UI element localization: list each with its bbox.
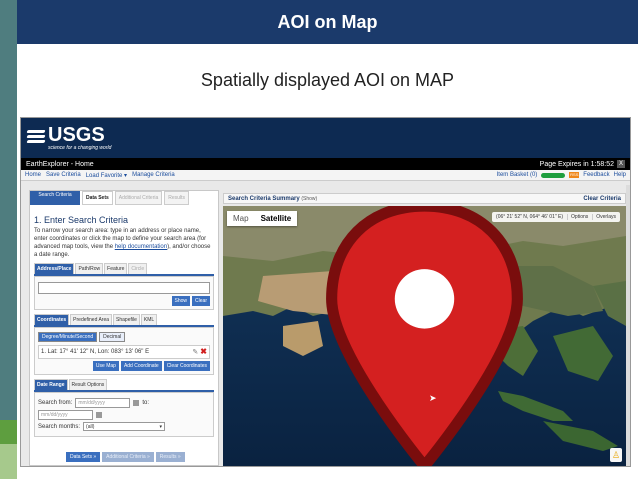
page-scrollbar[interactable] <box>626 185 630 466</box>
search-months-value: (all) <box>86 424 95 430</box>
mouse-cursor-icon: ➤ <box>429 393 437 403</box>
nav-save-criteria[interactable]: Save Criteria <box>46 172 81 179</box>
search-from-label: Search from: <box>38 400 73 406</box>
delete-x-icon[interactable]: ✖ <box>200 348 207 356</box>
slide-subtitle: Spatially displayed AOI on MAP <box>200 70 455 90</box>
date-box: Search from: mm/dd/yyyy to: mm/dd/yyyy S… <box>34 392 214 437</box>
search-months-select[interactable]: (all) ▾ <box>83 422 166 431</box>
coord-type-toggle: Degree/Minute/Second Decimal <box>38 332 210 342</box>
main-content: Search Criteria Data Sets Additional Cri… <box>21 185 630 466</box>
panel-tabs: Search Criteria Data Sets Additional Cri… <box>30 191 218 205</box>
usgs-header: USGS science for a changing world <box>21 118 630 158</box>
search-criteria-summary-bar: Search Criteria Summary (Show) Clear Cri… <box>223 193 626 204</box>
tab-predefined-area[interactable]: Predefined Area <box>70 314 113 325</box>
clear-button[interactable]: Clear <box>192 296 210 306</box>
degree-minute-second-toggle[interactable]: Degree/Minute/Second <box>38 332 98 342</box>
street-view-pegman-icon[interactable]: ♙ <box>610 448 622 462</box>
nav-help[interactable]: Help <box>614 172 626 178</box>
edit-pencil-icon[interactable]: ✎ <box>192 348 198 356</box>
coordinate-value: 1. Lat: 17° 41' 12" N, Lon: 083° 13' 06"… <box>41 349 150 355</box>
coordinates-box: Degree/Minute/Second Decimal 1. Lat: 17°… <box>34 327 214 375</box>
to-label: to: <box>142 400 150 406</box>
tab-path-row[interactable]: Path/Row <box>75 263 104 274</box>
usgs-logo-text: USGS <box>48 123 105 146</box>
coordinate-entry: 1. Lat: 17° 41' 12" N, Lon: 083° 13' 06"… <box>38 345 210 359</box>
tab-kml[interactable]: KML <box>140 314 158 325</box>
nav-load-favorite[interactable]: Load Favorite ▾ <box>86 172 127 179</box>
close-icon[interactable]: X <box>617 160 625 168</box>
rss-icon[interactable]: RSS <box>569 172 580 178</box>
usgs-wave-icon <box>26 129 46 147</box>
left-accent-strip <box>0 0 17 479</box>
slide: AOI on Map Spatially displayed AOI on MA… <box>0 0 638 479</box>
satellite-map[interactable]: Map Satellite (06° 21' 52" N, 064° 46' 0… <box>223 206 626 466</box>
accent-segment-green <box>0 420 17 444</box>
address-tabs: Address/Place Path/Row Feature Circle <box>34 263 214 276</box>
search-months-label: Search months: <box>38 423 81 430</box>
calendar-icon[interactable] <box>133 400 140 406</box>
app-title: EarthExplorer - Home <box>26 160 94 168</box>
date-from-input[interactable]: mm/dd/yyyy <box>75 398 131 408</box>
nav-feedback[interactable]: Feedback <box>583 172 609 178</box>
tab-date-range[interactable]: Date Range <box>34 379 68 390</box>
map-marker-icon[interactable] <box>223 206 626 466</box>
item-basket-link[interactable]: Item Basket (0) <box>497 172 538 178</box>
nav-manage-criteria[interactable]: Manage Criteria <box>132 172 175 179</box>
tab-shapefile[interactable]: Shapefile <box>113 314 140 325</box>
step-title: 1. Enter Search Criteria <box>34 215 129 225</box>
clear-criteria-link[interactable]: Clear Criteria <box>583 196 621 202</box>
address-box: Show Clear <box>34 276 214 310</box>
tab-circle[interactable]: Circle <box>128 263 148 274</box>
tab-feature[interactable]: Feature <box>104 263 128 274</box>
nav-home[interactable]: Home <box>25 172 41 179</box>
date-to-input[interactable]: mm/dd/yyyy <box>38 410 93 420</box>
tab-additional-criteria[interactable]: Additional Criteria <box>114 191 163 205</box>
earthexplorer-screenshot: USGS science for a changing world EarthE… <box>20 117 631 467</box>
additional-criteria-next-button[interactable]: Additional Criteria » <box>102 452 154 462</box>
date-tabs: Date Range Result Options <box>34 379 214 392</box>
item-basket-bar <box>541 172 566 178</box>
use-map-button[interactable]: Use Map <box>92 361 119 371</box>
summary-show-link[interactable]: (Show) <box>301 196 317 202</box>
page-expiry: Page Expires in 1:58:52 <box>539 160 614 168</box>
summary-title: Search Criteria Summary <box>228 195 300 202</box>
tab-data-sets[interactable]: Data Sets <box>82 191 113 205</box>
earthexplorer-title-bar: EarthExplorer - Home Page Expires in 1:5… <box>21 158 630 170</box>
results-next-button[interactable]: Results » <box>155 452 185 462</box>
bottom-nav-buttons: Data Sets » Additional Criteria » Result… <box>66 452 185 462</box>
help-documentation-link[interactable]: help documentation <box>115 244 167 250</box>
calendar-icon[interactable] <box>96 412 102 418</box>
step-description: To narrow your search area: type in an a… <box>34 227 214 259</box>
top-nav: Home Save Criteria Load Favorite ▾ Manag… <box>21 170 630 181</box>
tab-address-place[interactable]: Address/Place <box>34 263 75 274</box>
chevron-down-icon: ▾ <box>159 424 163 430</box>
coordinate-tabs: Coordinates Predefined Area Shapefile KM… <box>34 314 214 327</box>
search-panel: Search Criteria Data Sets Additional Cri… <box>29 190 219 466</box>
add-coordinate-button[interactable]: Add Coordinate <box>120 361 162 371</box>
address-input[interactable] <box>38 282 210 294</box>
tab-search-criteria[interactable]: Search Criteria <box>30 191 80 205</box>
clear-coordinates-button[interactable]: Clear Coordinates <box>163 361 210 371</box>
slide-title-bar: AOI on Map <box>17 0 638 44</box>
accent-segment-light-green <box>0 444 17 479</box>
tab-result-options[interactable]: Result Options <box>68 379 108 390</box>
usgs-tagline: science for a changing world <box>48 144 112 151</box>
tab-coordinates[interactable]: Coordinates <box>34 314 70 325</box>
show-button[interactable]: Show <box>171 296 191 306</box>
data-sets-next-button[interactable]: Data Sets » <box>66 452 101 462</box>
tab-results[interactable]: Results <box>164 191 189 205</box>
slide-title: AOI on Map <box>277 11 378 32</box>
usgs-logo[interactable]: USGS science for a changing world <box>26 123 112 151</box>
decimal-toggle[interactable]: Decimal <box>99 332 126 342</box>
